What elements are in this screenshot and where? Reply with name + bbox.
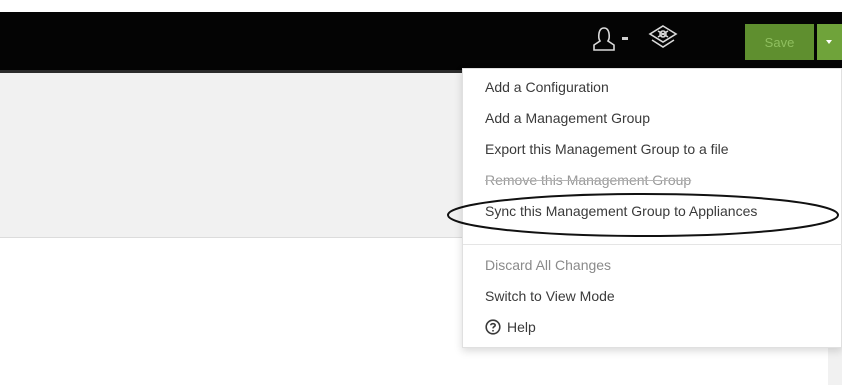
menu-item-discard-changes[interactable]: Discard All Changes	[485, 257, 611, 273]
top-navigation-bar	[0, 12, 842, 70]
help-icon	[485, 319, 501, 335]
menu-item-add-management-group[interactable]: Add a Management Group	[485, 110, 650, 126]
save-dropdown-button[interactable]	[817, 24, 842, 60]
save-options-dropdown: Add a Configuration Add a Management Gro…	[462, 68, 842, 348]
menu-item-remove-management-group: Remove this Management Group	[485, 172, 692, 188]
menu-divider	[463, 244, 842, 245]
menu-item-export-management-group[interactable]: Export this Management Group to a file	[485, 141, 729, 157]
menu-item-help-label: Help	[507, 319, 536, 335]
settings-icon[interactable]	[646, 23, 680, 55]
save-button[interactable]: Save	[745, 24, 814, 60]
chevron-down-icon[interactable]	[622, 37, 628, 40]
menu-item-sync-to-appliances[interactable]: Sync this Management Group to Appliances	[485, 203, 757, 219]
menu-item-switch-to-view-mode[interactable]: Switch to View Mode	[485, 288, 615, 304]
menu-item-add-configuration[interactable]: Add a Configuration	[485, 79, 609, 95]
menu-item-help[interactable]: Help	[485, 319, 536, 335]
user-icon[interactable]	[589, 24, 619, 54]
